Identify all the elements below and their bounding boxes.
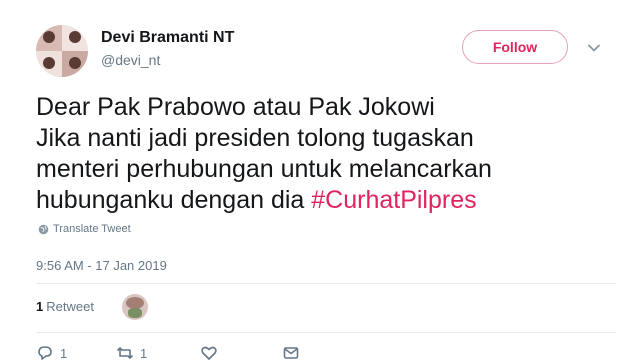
tweet-text: Dear Pak Prabowo atau Pak Jokowi Jika na… xyxy=(36,92,616,216)
retweet-icon xyxy=(117,347,133,359)
retweet-count: 1 xyxy=(36,299,44,314)
retweet-stats[interactable]: 1 Retweet xyxy=(36,299,94,314)
follow-button[interactable]: Follow xyxy=(462,30,568,64)
tweet-text-line: menteri perhubungan untuk melancarkan xyxy=(36,155,492,183)
like-button[interactable] xyxy=(200,344,218,360)
tweet-timestamp[interactable]: 9:56 AM - 17 Jan 2019 xyxy=(36,258,167,273)
user-avatar[interactable] xyxy=(36,25,88,77)
avatar-shape xyxy=(128,308,142,318)
retweet-stats-label: Retweet xyxy=(46,299,94,314)
globe-icon xyxy=(38,224,49,234)
avatar-face xyxy=(43,31,55,43)
tweet-actions: 1 1 xyxy=(36,344,336,360)
retweeter-avatar[interactable] xyxy=(122,294,148,320)
tweet-card: Devi Bramanti NT @devi_nt Follow Dear Pa… xyxy=(0,0,640,360)
avatar-face xyxy=(69,57,81,69)
divider xyxy=(36,283,616,284)
user-handle[interactable]: @devi_nt xyxy=(101,52,160,68)
heart-icon xyxy=(201,346,217,360)
tweet-text-line: hubunganku dengan dia #CurhatPilpres xyxy=(36,185,616,216)
tweet-text-line: Dear Pak Prabowo atau Pak Jokowi xyxy=(36,93,435,121)
retweet-action-count: 1 xyxy=(140,345,148,360)
tweet-text-segment: hubunganku dengan dia xyxy=(36,186,312,214)
reply-count: 1 xyxy=(60,345,68,360)
hashtag-link[interactable]: #CurhatPilpres xyxy=(311,186,476,214)
avatar-face xyxy=(43,57,55,69)
display-name[interactable]: Devi Bramanti NT xyxy=(101,29,234,47)
envelope-icon xyxy=(283,347,299,359)
avatar-face xyxy=(69,31,81,43)
divider xyxy=(36,332,616,333)
tweet-text-line: Jika nanti jadi presiden tolong tugaskan xyxy=(36,124,474,152)
reply-icon xyxy=(38,346,52,360)
chevron-down-icon[interactable] xyxy=(586,40,602,56)
translate-tweet-link[interactable]: Translate Tweet xyxy=(38,223,131,235)
retweet-button[interactable]: 1 xyxy=(116,344,147,360)
message-button[interactable] xyxy=(282,344,300,360)
reply-button[interactable]: 1 xyxy=(36,344,67,360)
translate-label: Translate Tweet xyxy=(53,223,131,235)
